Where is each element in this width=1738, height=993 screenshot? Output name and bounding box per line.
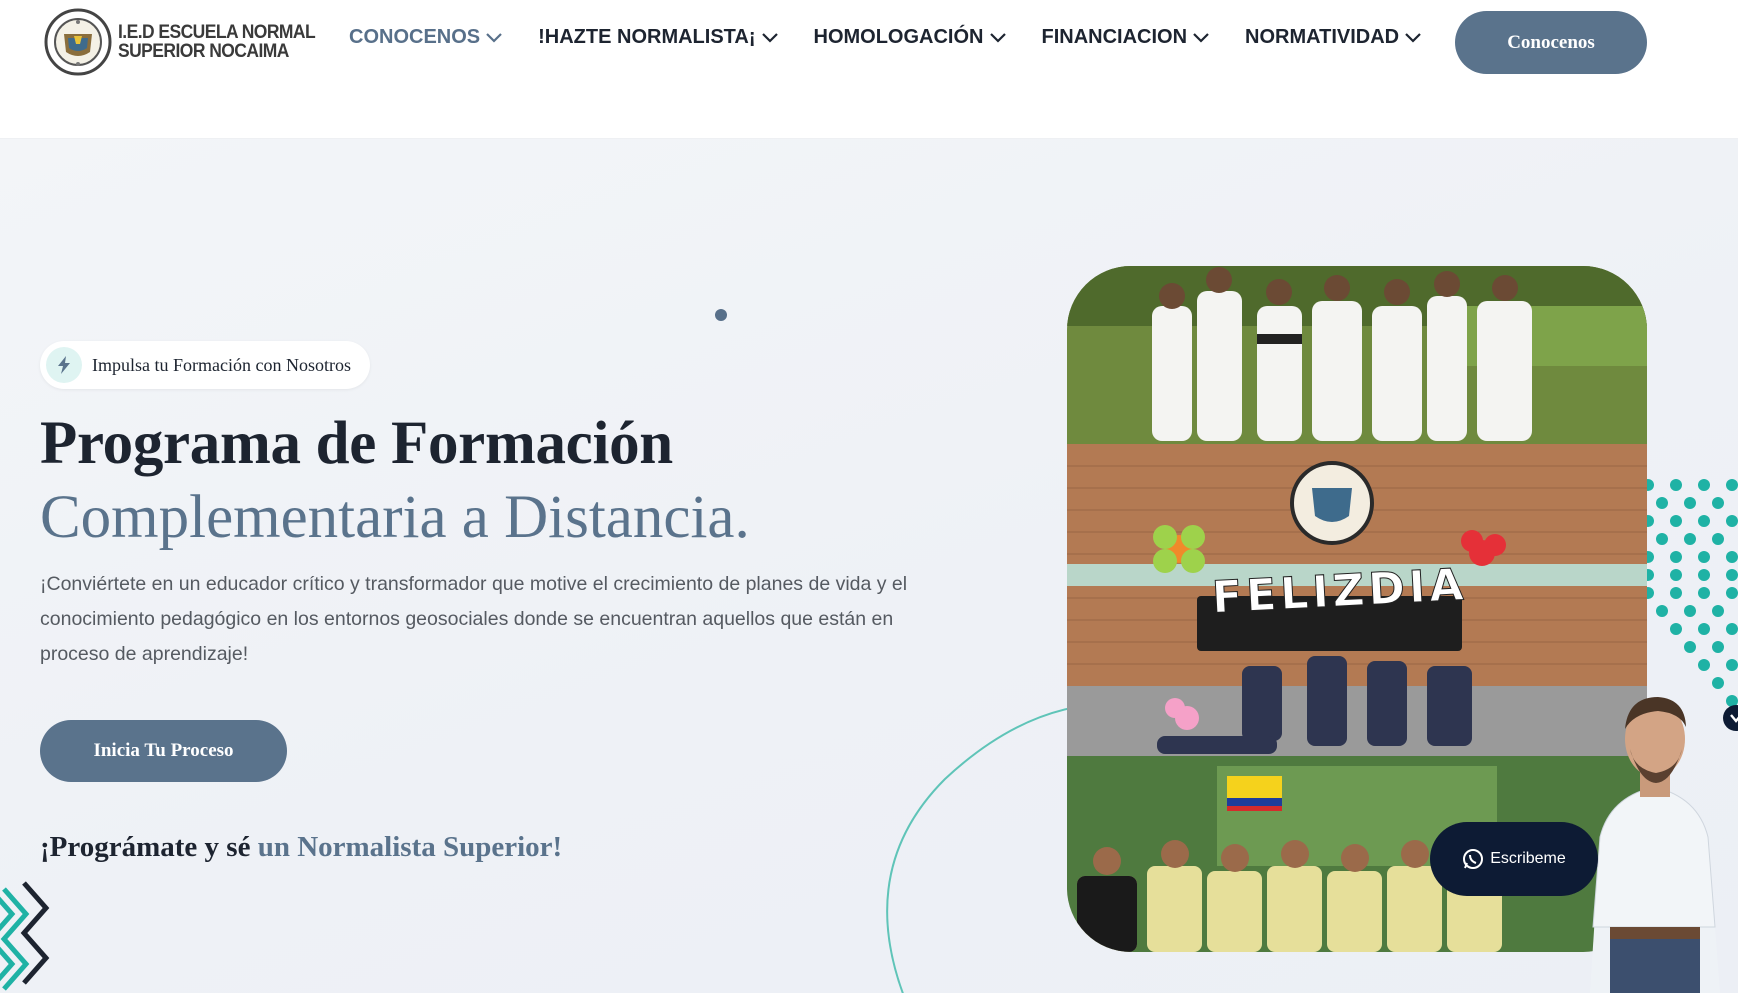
chat-label: Escribeme: [1490, 850, 1566, 867]
nav-item-financiacion[interactable]: FINANCIACION: [1042, 26, 1210, 49]
start-process-button[interactable]: Inicia Tu Proceso: [40, 720, 287, 782]
hero-title-line-2: Complementaria a Distancia.: [40, 484, 750, 551]
logo-text: I.E.D ESCUELA NORMAL SUPERIOR NOCAIMA: [118, 22, 316, 62]
badge-text: Impulsa tu Formación con Nosotros: [92, 354, 351, 375]
nav-item-homologacion[interactable]: HOMOLOGACIÓN: [814, 26, 1006, 49]
chevron-down-icon: [989, 32, 1006, 43]
site-logo[interactable]: I.E.D ESCUELA NORMAL SUPERIOR NOCAIMA: [44, 8, 332, 76]
hero-section: Impulsa tu Formación con Nosotros Progra…: [0, 139, 1738, 993]
header-conocenos-button[interactable]: Conocenos: [1455, 11, 1647, 74]
hero-description: ¡Conviértete en un educador crítico y tr…: [40, 573, 908, 665]
lightning-icon: [46, 347, 82, 383]
nav-label: CONOCENOS: [349, 26, 481, 48]
hero-badge: Impulsa tu Formación con Nosotros: [40, 341, 370, 389]
site-header: I.E.D ESCUELA NORMAL SUPERIOR NOCAIMA CO…: [0, 0, 1738, 139]
main-nav: CONOCENOS !HAZTE NORMALISTA¡ HOMOLOGACIÓ…: [349, 26, 1457, 49]
chevron-down-icon: [1193, 32, 1209, 43]
whatsapp-chat-button[interactable]: Escribeme: [1430, 822, 1598, 896]
hero-title-line-1: Programa de Formación: [40, 410, 673, 477]
logo-line-2: SUPERIOR NOCAIMA: [118, 41, 289, 62]
chevron-down-icon: [486, 32, 502, 43]
whatsapp-icon: [1463, 849, 1484, 869]
logo-line-1: I.E.D ESCUELA NORMAL: [118, 22, 316, 43]
chevron-down-icon: [761, 32, 778, 43]
assistant-avatar-image: [1590, 697, 1720, 993]
nav-label: HOMOLOGACIÓN: [813, 26, 984, 48]
decorative-zigzag: [0, 881, 50, 991]
hero-tagline: ¡Prográmate y sé un Normalista Superior!: [40, 831, 562, 864]
tagline-part-2: un Normalista Superior!: [257, 831, 563, 863]
decorative-dot: [715, 309, 727, 321]
chevron-down-icon: [1405, 32, 1421, 43]
nav-item-conocenos[interactable]: CONOCENOS: [349, 26, 502, 49]
school-seal-icon: [44, 8, 112, 76]
nav-label: !HAZTE NORMALISTA¡: [538, 26, 756, 48]
nav-label: FINANCIACION: [1041, 26, 1188, 48]
nav-item-normatividad[interactable]: NORMATIVIDAD: [1245, 26, 1421, 49]
nav-label: NORMATIVIDAD: [1245, 26, 1400, 48]
close-icon: [1730, 714, 1738, 723]
tagline-part-1: ¡Prográmate y sé: [40, 831, 258, 863]
nav-item-hazte-normalista[interactable]: !HAZTE NORMALISTA¡: [538, 26, 778, 49]
